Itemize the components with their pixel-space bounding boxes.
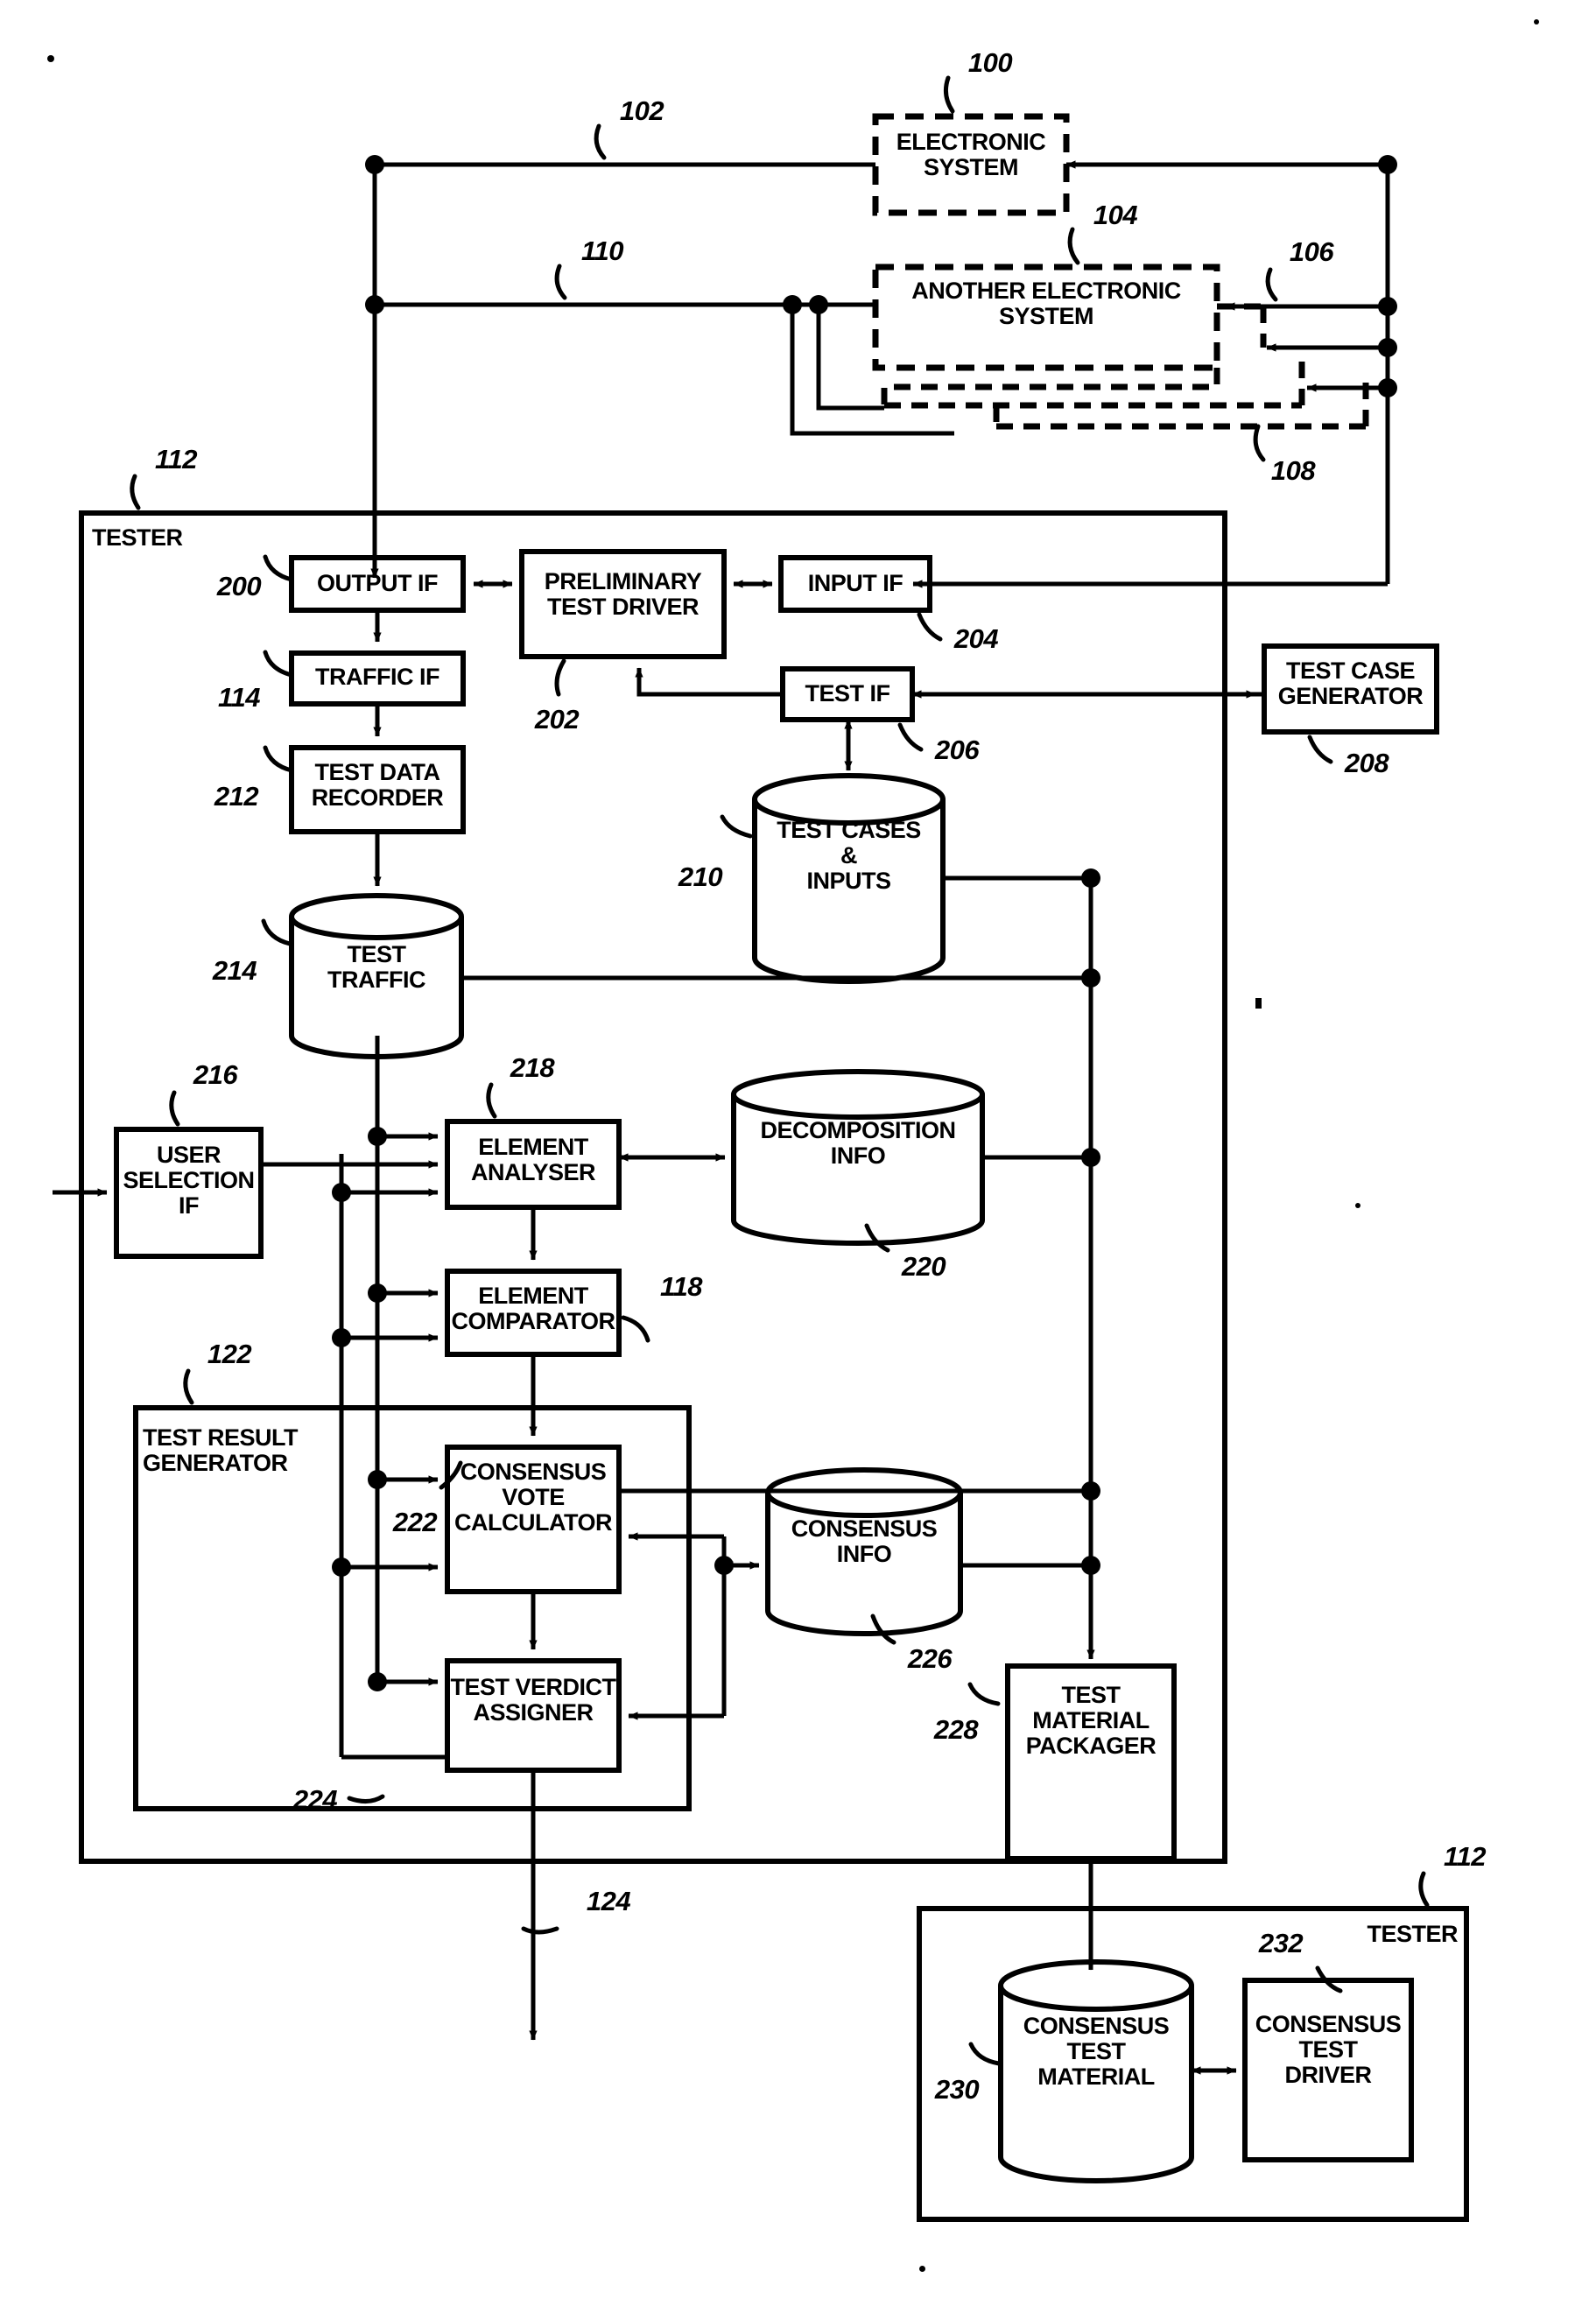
ref-114: 114 xyxy=(218,682,260,713)
block-input-if: INPUT IF xyxy=(807,570,903,596)
ref-214: 214 xyxy=(212,955,257,986)
scan-speck xyxy=(47,55,54,62)
block-test-result-generator: TEST RESULT GENERATOR xyxy=(143,1424,299,1477)
store-test-traffic: TEST TRAFFIC xyxy=(327,941,425,994)
ref-232: 232 xyxy=(1258,1928,1304,1958)
block-user-selection-if: USER SELECTION IF xyxy=(123,1142,255,1220)
scan-speck xyxy=(1255,998,1262,1009)
ref-104: 104 xyxy=(1093,200,1138,230)
ref-210: 210 xyxy=(678,861,723,892)
scan-speck xyxy=(1355,1203,1360,1208)
ref-222: 222 xyxy=(392,1507,438,1537)
ref-224: 224 xyxy=(292,1784,338,1815)
tester-top-title: TESTER xyxy=(92,524,183,551)
store-test-cases-inputs: TEST CASES & INPUTS xyxy=(777,817,921,895)
ref-212: 212 xyxy=(214,781,259,812)
ref-230: 230 xyxy=(934,2074,980,2105)
block-another-electronic-system: ANOTHER ELECTRONIC SYSTEM xyxy=(911,278,1181,330)
store-consensus-test-material: CONSENSUS TEST MATERIAL xyxy=(1023,2013,1170,2091)
store-decomposition-info: DECOMPOSITION INFO xyxy=(760,1117,956,1170)
block-output-if: OUTPUT IF xyxy=(317,570,439,596)
ref-226: 226 xyxy=(907,1643,953,1674)
ref-206: 206 xyxy=(934,735,980,765)
ref-118: 118 xyxy=(660,1271,702,1302)
ref-112-bottom: 112 xyxy=(1444,1841,1486,1872)
ref-208: 208 xyxy=(1344,748,1389,778)
ref-218: 218 xyxy=(510,1052,555,1083)
block-test-material-packager: TEST MATERIAL PACKAGER xyxy=(1025,1682,1157,1760)
ref-202: 202 xyxy=(534,704,580,735)
ref-108: 108 xyxy=(1270,455,1316,486)
ref-110: 110 xyxy=(581,236,623,266)
block-consensus-vote-calculator: CONSENSUS VOTE CALCULATOR xyxy=(454,1459,612,1536)
block-consensus-test-driver: CONSENSUS TEST DRIVER xyxy=(1255,2011,1402,2089)
scan-speck xyxy=(919,2266,925,2272)
ref-100: 100 xyxy=(967,47,1013,78)
tester-bottom-title: TESTER xyxy=(1367,1921,1458,1947)
ref-122: 122 xyxy=(207,1339,252,1369)
block-element-comparator: ELEMENT COMPARATOR xyxy=(451,1283,616,1335)
block-test-case-generator: TEST CASE GENERATOR xyxy=(1277,657,1424,710)
block-preliminary-test-driver: PRELIMINARY TEST DRIVER xyxy=(544,568,702,621)
ref-102: 102 xyxy=(619,95,664,126)
ref-228: 228 xyxy=(933,1714,979,1745)
patent-figure-sheet: ELECTRONIC SYSTEM ANOTHER ELECTRONIC SYS… xyxy=(0,0,1596,2299)
ref-216: 216 xyxy=(193,1059,238,1090)
block-element-analyser: ELEMENT ANALYSER xyxy=(470,1134,596,1186)
ref-204: 204 xyxy=(953,623,999,654)
ref-200: 200 xyxy=(216,571,262,601)
block-electronic-system: ELECTRONIC SYSTEM xyxy=(896,129,1046,181)
ref-106: 106 xyxy=(1289,236,1334,267)
store-consensus-info: CONSENSUS INFO xyxy=(791,1515,938,1568)
block-test-data-recorder: TEST DATA RECORDER xyxy=(311,759,444,812)
ref-112-top: 112 xyxy=(155,444,197,475)
block-traffic-if: TRAFFIC IF xyxy=(315,664,439,690)
scan-speck xyxy=(1534,19,1539,25)
ref-124: 124 xyxy=(586,1886,631,1916)
block-test-verdict-assigner: TEST VERDICT ASSIGNER xyxy=(450,1674,616,1726)
ref-220: 220 xyxy=(901,1251,946,1282)
block-test-if: TEST IF xyxy=(805,680,891,707)
